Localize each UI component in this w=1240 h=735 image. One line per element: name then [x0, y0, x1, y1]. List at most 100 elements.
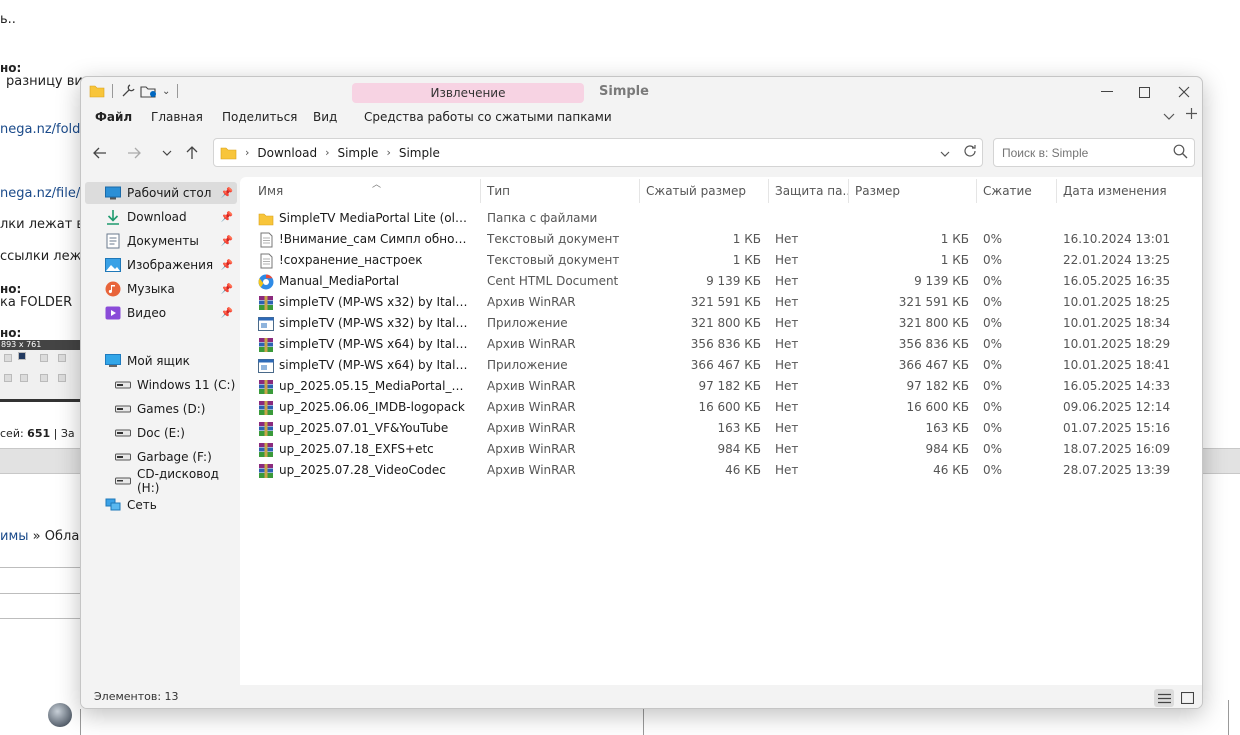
- column-compressed-size[interactable]: Сжатый размер: [640, 179, 769, 203]
- column-ratio[interactable]: Сжатие: [977, 179, 1057, 203]
- breadcrumb-download[interactable]: Download: [257, 146, 317, 160]
- winrar-icon: [258, 400, 274, 416]
- file-ratio: 0%: [983, 232, 1003, 246]
- new-folder-icon[interactable]: [140, 83, 158, 99]
- pin-icon[interactable]: 📌: [221, 308, 233, 319]
- pin-icon[interactable]: 📌: [221, 236, 233, 247]
- pin-icon[interactable]: 📌: [221, 284, 233, 295]
- drive-icon: [115, 401, 131, 417]
- bg-text: ка FOLDER: [0, 295, 73, 310]
- bg-link[interactable]: nega.nz/fold: [0, 122, 80, 137]
- refresh-icon[interactable]: [963, 144, 977, 162]
- recent-locations-button[interactable]: [155, 142, 179, 164]
- sidebar-item-this-pc[interactable]: Мой ящик: [81, 350, 237, 372]
- folder-icon: [258, 211, 274, 227]
- column-date-modified[interactable]: Дата изменения: [1057, 179, 1187, 203]
- application-icon: [258, 358, 274, 374]
- column-type[interactable]: Тип: [481, 179, 640, 203]
- tab-home[interactable]: Главная: [151, 110, 203, 124]
- file-compressed-size: 46 КБ: [725, 463, 761, 477]
- tab-file[interactable]: Файл: [95, 110, 132, 124]
- search-input[interactable]: [1002, 144, 1162, 162]
- table-row[interactable]: simpleTV (MP-WS x64) by Italo 09.... Архи…: [240, 334, 1202, 355]
- table-row[interactable]: Manual_MediaPortal Cent HTML Document 9 13…: [240, 271, 1202, 292]
- pin-icon[interactable]: 📌: [221, 260, 233, 271]
- file-name: simpleTV (MP-WS x64) by Italo 09....: [279, 337, 468, 351]
- maximize-button[interactable]: [1126, 81, 1162, 103]
- breadcrumb-simple[interactable]: Simple: [337, 146, 378, 160]
- bg-thumbnail[interactable]: 893 x 761: [0, 340, 80, 402]
- tab-view[interactable]: Вид: [313, 110, 337, 124]
- column-size[interactable]: Размер: [849, 179, 977, 203]
- file-type: Cent HTML Document: [487, 274, 619, 288]
- sidebar-item-drive-e[interactable]: Doc (E:): [81, 422, 237, 444]
- sidebar-item-network[interactable]: Сеть: [81, 494, 237, 516]
- bg-link[interactable]: nega.nz/file/: [0, 186, 80, 201]
- pin-icon[interactable]: 📌: [221, 212, 233, 223]
- table-row[interactable]: simpleTV (MP-WS x32) by Italo 09.... Прил…: [240, 313, 1202, 334]
- pictures-icon: [105, 257, 121, 273]
- table-row[interactable]: up_2025.07.18_EXFS+etc Архив WinRAR 984 КБ…: [240, 439, 1202, 460]
- forward-button[interactable]: [122, 142, 146, 164]
- back-button[interactable]: [88, 142, 112, 164]
- tab-compressed-tools[interactable]: Средства работы со сжатыми папками: [364, 110, 612, 124]
- sidebar-item-drive-f[interactable]: Garbage (F:): [81, 446, 237, 468]
- table-row[interactable]: simpleTV (MP-WS x64) by Italo 09.... Прил…: [240, 355, 1202, 376]
- column-name[interactable]: ︿ Имя: [252, 179, 481, 203]
- table-row[interactable]: simpleTV (MP-WS x32) by Italo 09.... Архи…: [240, 292, 1202, 313]
- music-icon: [105, 281, 121, 297]
- sidebar-item-drive-d[interactable]: Games (D:): [81, 398, 237, 420]
- minimize-button[interactable]: [1089, 81, 1125, 103]
- title-bar: ⌄ Извлечение Simple: [81, 77, 1202, 107]
- file-name-cell: Manual_MediaPortal: [258, 271, 468, 292]
- search-box[interactable]: [993, 138, 1195, 167]
- sidebar-item-desktop[interactable]: Рабочий стол 📌: [85, 182, 237, 204]
- properties-icon[interactable]: [120, 83, 136, 99]
- chevron-right-icon: ›: [325, 146, 330, 159]
- up-button[interactable]: [180, 142, 204, 164]
- sidebar-item-pictures[interactable]: Изображения 📌: [81, 254, 237, 276]
- sidebar-item-music[interactable]: Музыка 📌: [81, 278, 237, 300]
- file-name-cell: SimpleTV MediaPortal Lite (old 02....: [258, 208, 468, 229]
- large-icons-view-button[interactable]: [1177, 689, 1197, 707]
- file-type: Папка с файлами: [487, 211, 598, 225]
- sidebar-item-documents[interactable]: Документы 📌: [81, 230, 237, 252]
- file-name-cell: !Внимание_сам Симпл обновлен...: [258, 229, 468, 250]
- column-protection[interactable]: Защита па...: [769, 179, 849, 203]
- file-protection: Нет: [775, 316, 799, 330]
- tab-share[interactable]: Поделиться: [222, 110, 297, 124]
- sidebar-item-video[interactable]: Видео 📌: [81, 302, 237, 324]
- chevron-down-icon[interactable]: ⌄: [162, 86, 170, 97]
- orb-button[interactable]: [48, 703, 72, 727]
- file-ratio: 0%: [983, 421, 1003, 435]
- pin-icon[interactable]: 📌: [221, 188, 233, 199]
- address-bar[interactable]: › Download › Simple › Simple: [213, 138, 983, 167]
- table-row[interactable]: up_2025.07.28_VideoCodec Архив WinRAR 46 К…: [240, 460, 1202, 481]
- table-row[interactable]: up_2025.05.15_MediaPortal_WS Архив WinRAR…: [240, 376, 1202, 397]
- table-row[interactable]: up_2025.07.01_VF&YouTube Архив WinRAR 163 …: [240, 418, 1202, 439]
- chevron-right-icon: ›: [386, 146, 391, 159]
- address-dropdown-icon[interactable]: [940, 147, 950, 162]
- sidebar-item-drive-c[interactable]: Windows 11 (C:): [81, 374, 237, 396]
- table-row[interactable]: !сохранение_настроек Текстовый документ 1 …: [240, 250, 1202, 271]
- file-date-modified: 18.07.2025 16:09: [1063, 442, 1171, 456]
- bg-breadcrumb: имы » Облак: [0, 529, 88, 544]
- ribbon-expand-icon[interactable]: [1163, 109, 1175, 125]
- close-button[interactable]: [1166, 81, 1202, 103]
- file-size: 163 КБ: [925, 421, 969, 435]
- file-compressed-size: 1 КБ: [732, 232, 761, 246]
- contextual-tab-extract[interactable]: Извлечение: [352, 83, 584, 103]
- table-row[interactable]: SimpleTV MediaPortal Lite (old 02.... Пап…: [240, 208, 1202, 229]
- status-bar: Элементов: 13: [81, 685, 1202, 708]
- sidebar-item-cd-drive[interactable]: CD-дисковод (H:): [81, 467, 237, 495]
- search-icon[interactable]: [1173, 144, 1188, 162]
- file-type: Архив WinRAR: [487, 295, 576, 309]
- file-name-cell: up_2025.07.18_EXFS+etc: [258, 439, 468, 460]
- breadcrumb-simple-current[interactable]: Simple: [399, 146, 440, 160]
- new-tab-icon[interactable]: [1185, 107, 1198, 124]
- table-row[interactable]: up_2025.06.06_IMDB-logopack Архив WinRAR 1…: [240, 397, 1202, 418]
- sidebar-item-download[interactable]: Download 📌: [81, 206, 237, 228]
- table-row[interactable]: !Внимание_сам Симпл обновлен... Текстовый…: [240, 229, 1202, 250]
- details-view-button[interactable]: [1154, 689, 1174, 707]
- bg-text: ссылки лежа: [0, 249, 90, 264]
